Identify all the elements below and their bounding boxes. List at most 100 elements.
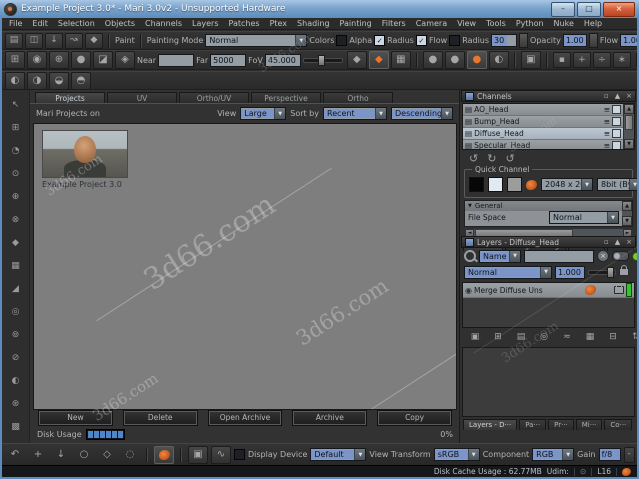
- maximize-button[interactable]: □: [577, 2, 601, 17]
- view-transform-select[interactable]: sRGB ▼: [434, 448, 480, 461]
- add-procedural-icon[interactable]: ≈: [558, 330, 576, 346]
- project-thumbnail[interactable]: [42, 130, 128, 178]
- paint-brush-icon[interactable]: ◆: [85, 33, 103, 49]
- component-select[interactable]: RGB ▼: [532, 448, 574, 461]
- colors-checkbox[interactable]: [336, 35, 347, 46]
- menu-item-camera[interactable]: Camera: [411, 19, 452, 28]
- gain-fstop-field[interactable]: f/8: [599, 448, 621, 461]
- shading-full-icon[interactable]: ●: [467, 51, 487, 69]
- detach-icon[interactable]: ▫: [604, 92, 609, 100]
- tab-layers[interactable]: Layers - D···: [463, 419, 517, 430]
- mirror-both-icon[interactable]: ∗: [613, 52, 631, 68]
- eye-icon[interactable]: ◉: [465, 286, 472, 295]
- delete-button[interactable]: Delete: [124, 411, 197, 425]
- menu-item-file[interactable]: File: [4, 19, 27, 28]
- sort-select[interactable]: Recent ▼: [323, 107, 387, 120]
- close-button[interactable]: ×: [603, 2, 635, 17]
- collapse-icon[interactable]: ▲: [615, 238, 620, 246]
- tab-colors[interactable]: Co···: [604, 419, 632, 430]
- section-scrollbar[interactable]: ▲ ▼: [622, 201, 632, 226]
- mirror-vertical-icon[interactable]: ÷: [593, 52, 611, 68]
- file-space-select[interactable]: Normal ▼: [549, 211, 619, 224]
- channel-depth-select[interactable]: 8bit (By ▼: [597, 178, 639, 191]
- add-group-icon[interactable]: ⊞: [489, 330, 507, 346]
- paint-splat-icon[interactable]: [526, 180, 537, 190]
- project-browser[interactable]: Example Project 3.0: [33, 123, 457, 410]
- save-project-icon[interactable]: ↓: [45, 33, 63, 49]
- archive-button[interactable]: Archive: [293, 411, 366, 425]
- menu-item-selection[interactable]: Selection: [53, 19, 100, 28]
- paint-target-icon[interactable]: [154, 446, 174, 464]
- title-bar[interactable]: Example Project 3.0* - Mari 3.0v2 - Unsu…: [0, 0, 639, 18]
- black-swatch[interactable]: [469, 177, 484, 192]
- blend-mode-select[interactable]: Normal ▼: [464, 266, 552, 279]
- gray-swatch[interactable]: [507, 177, 522, 192]
- menu-item-python[interactable]: Python: [511, 19, 549, 28]
- projection2-icon[interactable]: ◑: [27, 72, 47, 90]
- camera-icon[interactable]: ◉: [27, 51, 47, 69]
- gain-minus-button[interactable]: -: [624, 447, 635, 463]
- menu-item-ptex[interactable]: Ptex: [265, 19, 292, 28]
- blur-tool-icon[interactable]: ⊛: [7, 396, 25, 412]
- scroll-up-icon[interactable]: ▲: [624, 104, 634, 114]
- display-device-select[interactable]: Default ▼: [310, 448, 366, 461]
- snapshot-icon[interactable]: [612, 105, 621, 114]
- collapse-icon[interactable]: ▲: [615, 92, 620, 100]
- pan-view-icon[interactable]: +: [28, 446, 48, 464]
- menu-item-edit[interactable]: Edit: [27, 19, 53, 28]
- radius-field[interactable]: 30: [491, 34, 517, 47]
- pan-tool-icon[interactable]: ◔: [7, 143, 25, 159]
- marquee-select-tool-icon[interactable]: ⊞: [7, 120, 25, 136]
- menu-item-view[interactable]: View: [452, 19, 481, 28]
- tab-projectors[interactable]: Pr···: [548, 419, 574, 430]
- mesh-icon[interactable]: ◪: [93, 51, 113, 69]
- menu-item-nuke[interactable]: Nuke: [549, 19, 579, 28]
- ptex-vector-icon[interactable]: ↝: [65, 33, 83, 49]
- undo-icon[interactable]: ↶: [5, 446, 25, 464]
- painting-mode-select[interactable]: Normal ▼: [205, 34, 307, 47]
- radius-slider-button[interactable]: [519, 33, 528, 48]
- select-tool-icon[interactable]: ↖: [7, 97, 25, 113]
- new-project-icon[interactable]: ▤: [5, 33, 23, 49]
- refresh-icon[interactable]: ↻: [487, 152, 496, 165]
- smudge-tool-icon[interactable]: ◢: [7, 281, 25, 297]
- minimize-button[interactable]: –: [551, 2, 575, 17]
- tab-patches[interactable]: Pa···: [519, 419, 546, 430]
- cube-icon[interactable]: ⊞: [5, 51, 25, 69]
- tab-history[interactable]: Mi···: [576, 419, 603, 430]
- fov-slider[interactable]: [303, 58, 343, 63]
- paint-dab-icon[interactable]: ◈: [115, 51, 135, 69]
- scroll-up-icon[interactable]: ▲: [622, 201, 632, 211]
- snapshot-view-icon[interactable]: ▣: [188, 446, 208, 464]
- sync-all-icon[interactable]: ↺: [505, 152, 514, 165]
- layer-lock-icon[interactable]: [614, 286, 624, 294]
- far-field[interactable]: 5000: [210, 54, 246, 67]
- menu-item-help[interactable]: Help: [579, 19, 607, 28]
- drop-tool-icon[interactable]: ↓: [51, 446, 71, 464]
- add-layer-icon[interactable]: ▣: [466, 330, 484, 346]
- filter-type-select[interactable]: Name ▼: [479, 250, 521, 263]
- white-swatch[interactable]: [488, 177, 503, 192]
- channel-row-selected[interactable]: ▤ Diffuse_Head ≡: [463, 128, 623, 140]
- slice-tool-icon[interactable]: ⊗: [7, 212, 25, 228]
- shading-shiny-icon[interactable]: ◐: [489, 51, 509, 69]
- menu-item-tools[interactable]: Tools: [481, 19, 511, 28]
- lock-icon[interactable]: [619, 268, 629, 276]
- radius-checkbox[interactable]: ✓: [416, 35, 427, 46]
- channel-row[interactable]: ▤ Specular_Head ≡: [463, 140, 623, 150]
- zoom-tool-icon[interactable]: ⊙: [7, 166, 25, 182]
- palette-close-icon[interactable]: ×: [626, 92, 632, 100]
- layer-thumbnail[interactable]: [585, 285, 596, 295]
- rotate-view-icon[interactable]: ○: [74, 446, 94, 464]
- gradient-tool-icon[interactable]: ▩: [7, 419, 25, 435]
- menu-item-painting[interactable]: Painting: [335, 19, 377, 28]
- mask-tool-icon[interactable]: ⊘: [7, 350, 25, 366]
- channel-scrollbar[interactable]: ▲ ▼: [623, 104, 634, 149]
- menu-item-patches[interactable]: Patches: [224, 19, 265, 28]
- filter-toggle[interactable]: [612, 251, 629, 261]
- alpha-checkbox[interactable]: ✓: [374, 35, 385, 46]
- section-collapse-icon[interactable]: ▼: [468, 203, 472, 209]
- menu-item-layers[interactable]: Layers: [187, 19, 223, 28]
- copy-button[interactable]: Copy: [378, 411, 451, 425]
- menu-item-objects[interactable]: Objects: [100, 19, 140, 28]
